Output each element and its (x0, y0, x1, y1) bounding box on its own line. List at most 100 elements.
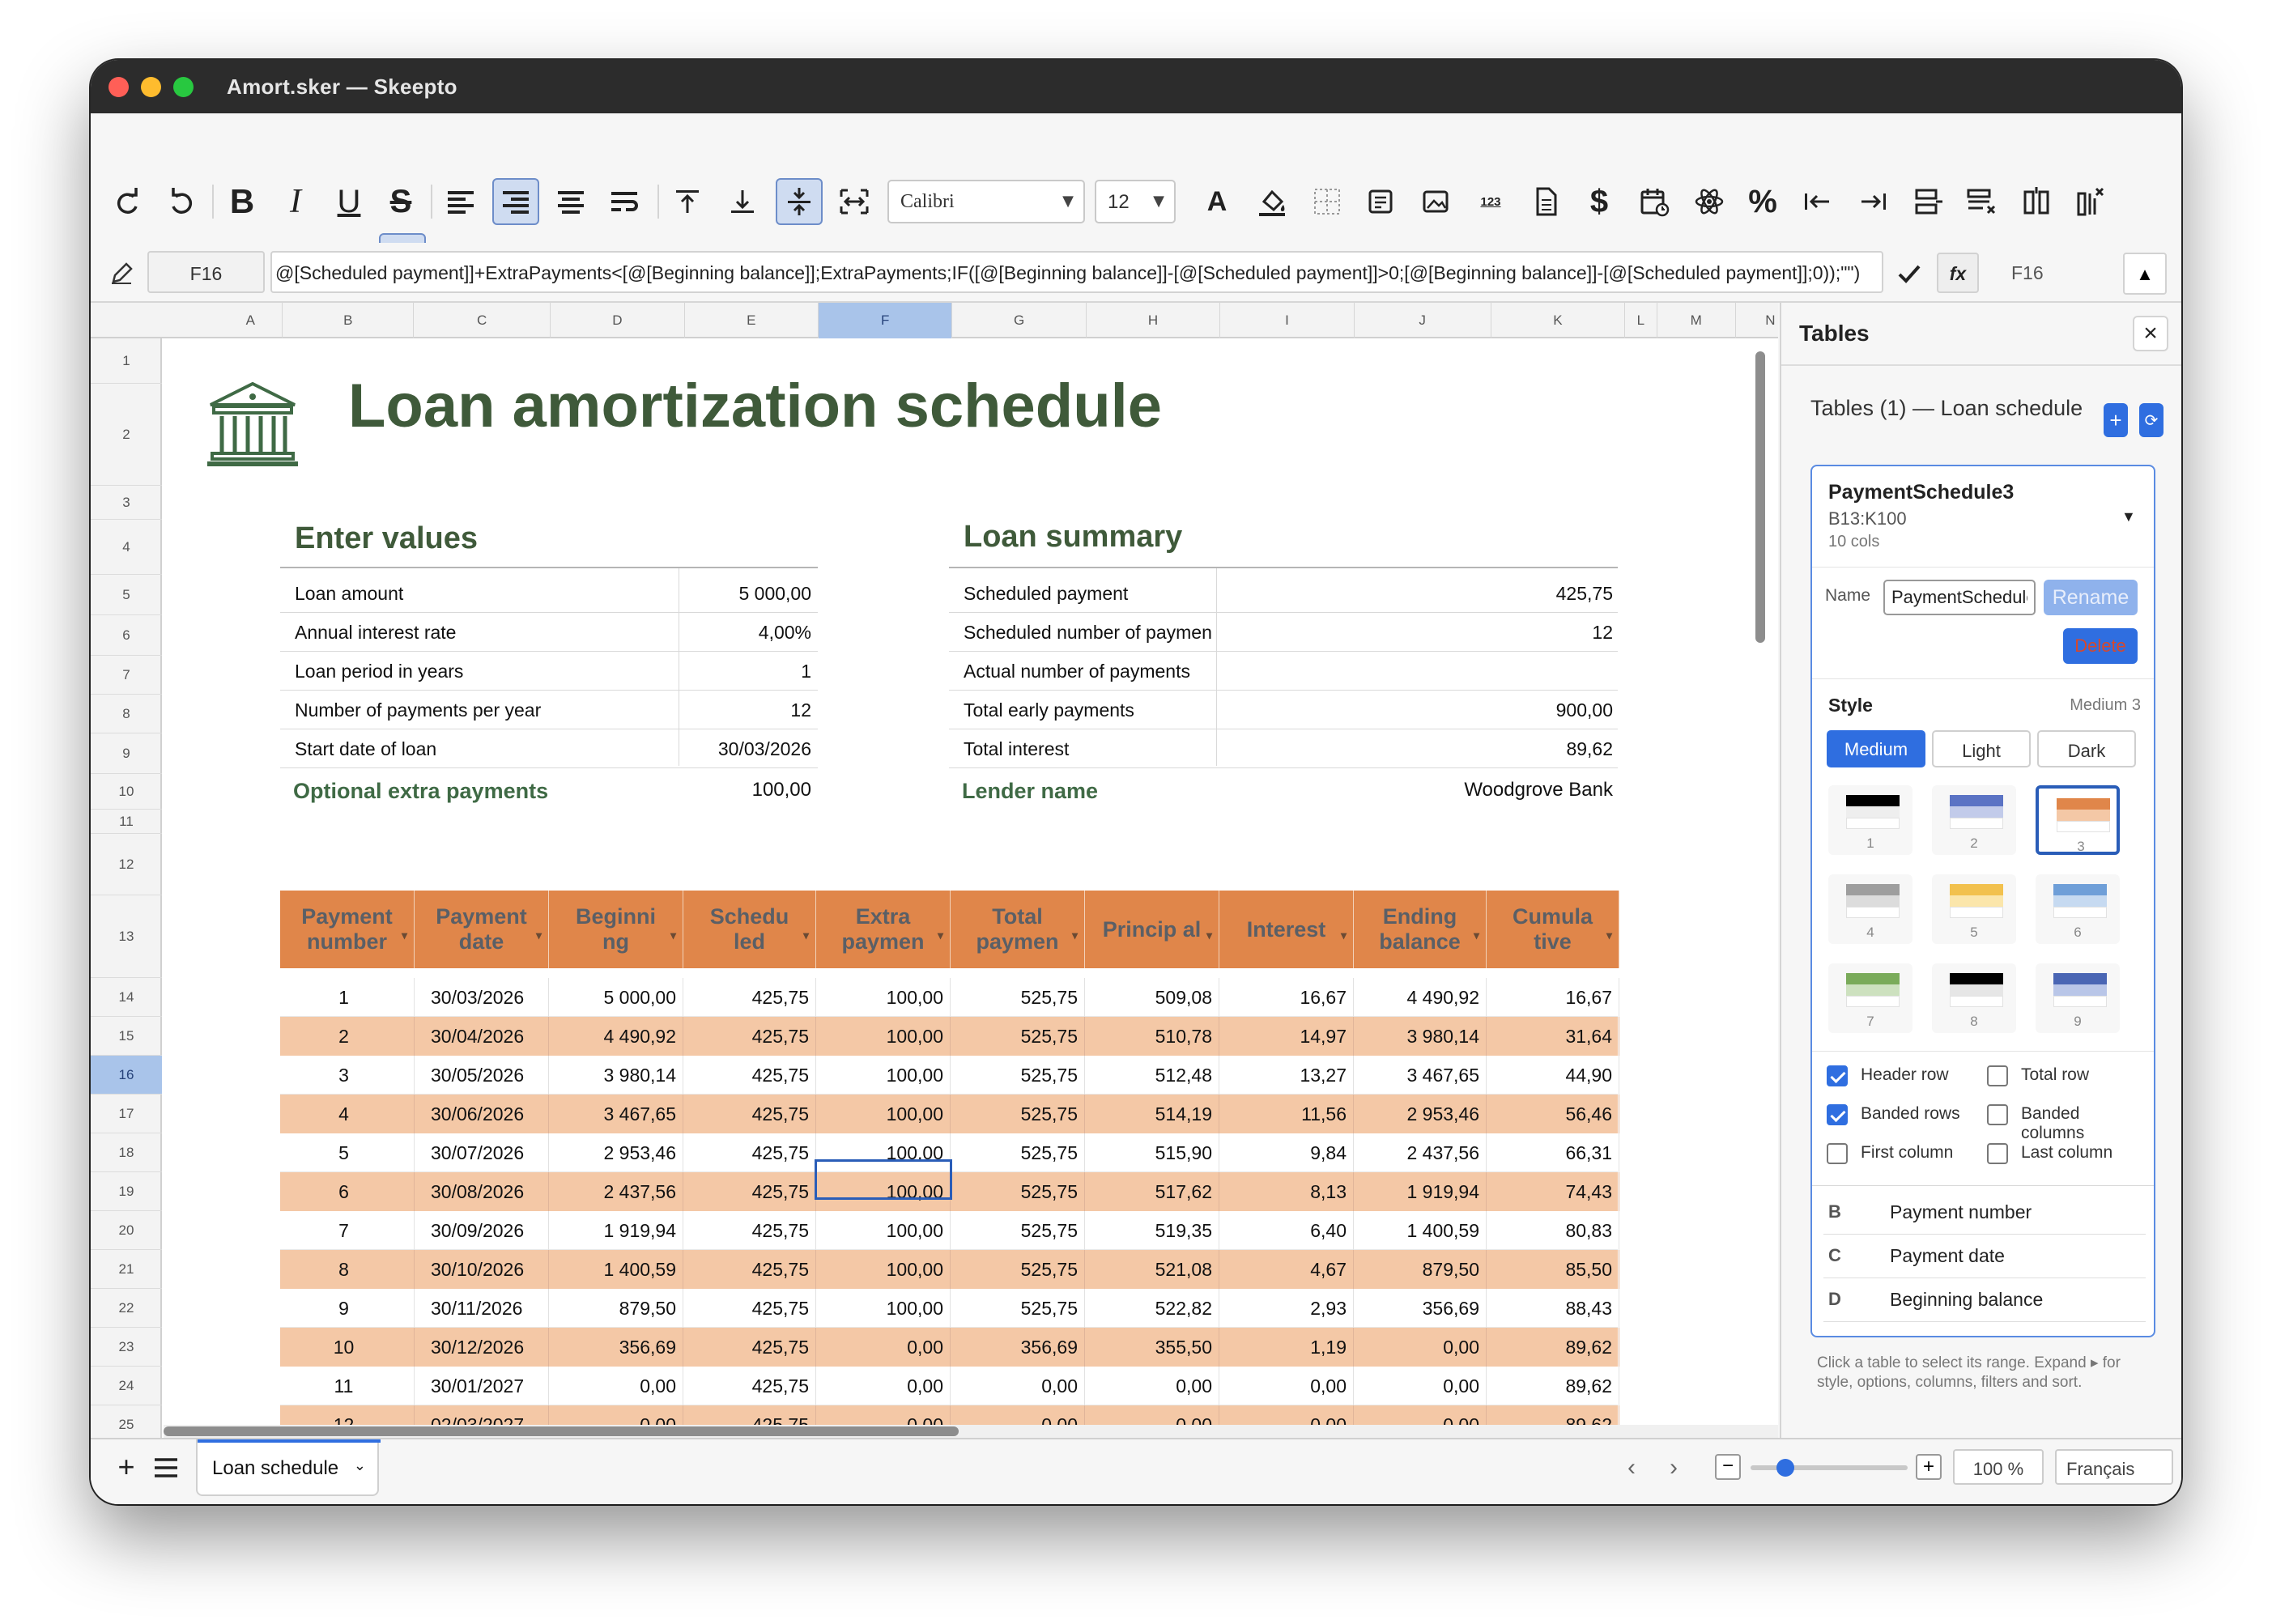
table-cell[interactable]: 31,64 (1487, 1017, 1619, 1056)
table-cell[interactable]: 4 490,92 (1354, 978, 1487, 1017)
table-cell[interactable]: 4 490,92 (549, 1017, 683, 1056)
function-button[interactable]: fx (1937, 253, 1979, 293)
table-cell[interactable]: 4 (280, 1095, 415, 1133)
table-cell[interactable]: 16,67 (1219, 978, 1354, 1017)
lender-name-value[interactable]: Woodgrove Bank (1370, 779, 1613, 801)
column-header-cell[interactable]: Payment number ▾ (280, 891, 415, 968)
align-center-icon[interactable] (547, 178, 594, 225)
table-cell[interactable]: 522,82 (1085, 1289, 1219, 1328)
table-cell[interactable]: 425,75 (683, 1289, 816, 1328)
table-cell[interactable]: 525,75 (951, 1056, 1085, 1095)
table-cell[interactable]: 30/11/2026 (415, 1289, 549, 1328)
document-icon[interactable] (1522, 178, 1569, 225)
style-tab-dark[interactable]: Dark (2037, 730, 2136, 767)
font-size-select[interactable]: 12 ▼ (1095, 180, 1176, 223)
column-name[interactable]: Payment date (1890, 1245, 2005, 1267)
filter-dropdown-icon[interactable]: ▾ (402, 923, 407, 948)
percent-icon[interactable]: % (1739, 178, 1786, 225)
merge-cells-icon[interactable] (831, 178, 878, 225)
add-sheet-button[interactable]: + (108, 1449, 144, 1485)
filter-dropdown-icon[interactable]: ▾ (938, 923, 943, 948)
table-cell[interactable]: 514,19 (1085, 1095, 1219, 1133)
checkbox-banded-columns[interactable] (1987, 1104, 2008, 1125)
table-cell[interactable]: 3 467,65 (1354, 1056, 1487, 1095)
table-cell[interactable]: 7 (280, 1211, 415, 1250)
table-cell[interactable]: 30/03/2026 (415, 978, 549, 1017)
row-header-5[interactable]: 5 (91, 575, 162, 615)
table-cell[interactable]: 6 (280, 1172, 415, 1211)
decrease-decimal-icon[interactable] (1794, 178, 1841, 225)
row-header-10[interactable]: 10 (91, 774, 162, 810)
table-cell[interactable]: 0,00 (816, 1367, 951, 1405)
column-header-e[interactable]: E (685, 303, 819, 338)
table-cell[interactable]: 1 (280, 978, 415, 1017)
column-name[interactable]: Payment number (1890, 1201, 2032, 1223)
table-cell[interactable]: 425,75 (683, 1250, 816, 1289)
table-cell[interactable]: 1,19 (1219, 1328, 1354, 1367)
table-cell[interactable]: 5 (280, 1133, 415, 1172)
close-panel-button[interactable]: × (2133, 316, 2168, 351)
enter-values-value[interactable]: 4,00% (682, 622, 811, 644)
filter-dropdown-icon[interactable]: ▾ (1606, 923, 1612, 948)
table-cell[interactable]: 510,78 (1085, 1017, 1219, 1056)
filter-dropdown-icon[interactable]: ▾ (1474, 923, 1479, 948)
table-cell[interactable]: 14,97 (1219, 1017, 1354, 1056)
column-header-l[interactable]: L (1625, 303, 1657, 338)
table-cell[interactable]: 3 980,14 (549, 1056, 683, 1095)
table-cell[interactable]: 30/04/2026 (415, 1017, 549, 1056)
table-cell[interactable]: 2 953,46 (549, 1133, 683, 1172)
table-cell[interactable]: 30/05/2026 (415, 1056, 549, 1095)
table-cell[interactable]: 525,75 (951, 1250, 1085, 1289)
row-header-6[interactable]: 6 (91, 615, 162, 656)
table-cell[interactable]: 1 400,59 (1354, 1211, 1487, 1250)
table-cell[interactable]: 100,00 (816, 1095, 951, 1133)
table-cell[interactable]: 425,75 (683, 1095, 816, 1133)
style-tab-medium[interactable]: Medium (1827, 730, 1925, 767)
insert-row-icon[interactable] (1904, 178, 1951, 225)
table-cell[interactable]: 85,50 (1487, 1250, 1619, 1289)
table-cell[interactable]: 30/09/2026 (415, 1211, 549, 1250)
table-cell[interactable]: 521,08 (1085, 1250, 1219, 1289)
table-cell[interactable]: 425,75 (683, 1367, 816, 1405)
table-cell[interactable]: 512,48 (1085, 1056, 1219, 1095)
row-header-3[interactable]: 3 (91, 486, 162, 520)
row-header-11[interactable]: 11 (91, 810, 162, 834)
table-cell[interactable]: 2 437,56 (549, 1172, 683, 1211)
enter-values-value[interactable]: 1 (682, 661, 811, 682)
table-cell[interactable]: 100,00 (816, 1056, 951, 1095)
row-header-12[interactable]: 12 (91, 834, 162, 895)
horizontal-scrollbar[interactable] (164, 1425, 1778, 1438)
table-cell[interactable]: 89,62 (1487, 1328, 1619, 1367)
table-cell[interactable]: 356,69 (951, 1328, 1085, 1367)
row-header-25[interactable]: 25 (91, 1405, 162, 1438)
font-name-select[interactable]: Calibri ▼ (887, 180, 1085, 223)
table-cell[interactable]: 425,75 (683, 1133, 816, 1172)
confirm-check-icon[interactable] (1893, 257, 1925, 290)
fill-color-icon[interactable] (1249, 178, 1296, 225)
table-cell[interactable]: 100,00 (816, 1211, 951, 1250)
column-header-m[interactable]: M (1657, 303, 1736, 338)
checkbox-last-column[interactable] (1987, 1143, 2008, 1164)
row-header-7[interactable]: 7 (91, 656, 162, 695)
minimize-window-button[interactable] (141, 77, 161, 97)
table-card[interactable]: PaymentSchedule3 B13:K100 10 cols ▼ Name… (1810, 465, 2155, 1337)
number-format-icon[interactable]: 123 (1467, 178, 1514, 225)
column-name[interactable]: Beginning balance (1890, 1289, 2043, 1311)
horizontal-scrollbar-thumb[interactable] (164, 1426, 959, 1436)
enter-values-value[interactable]: 30/03/2026 (682, 738, 811, 760)
zoom-out-button[interactable]: − (1715, 1454, 1741, 1480)
filter-dropdown-icon[interactable]: ▾ (1341, 923, 1347, 948)
table-cell[interactable]: 425,75 (683, 978, 816, 1017)
table-cell[interactable]: 30/06/2026 (415, 1095, 549, 1133)
column-header-cell[interactable]: Cumula tive ▾ (1487, 891, 1619, 968)
scroll-tabs-right-icon[interactable]: › (1670, 1454, 1678, 1482)
table-cell[interactable]: 1 919,94 (1354, 1172, 1487, 1211)
zoom-level[interactable]: 100 % (1953, 1449, 2044, 1485)
table-cell[interactable]: 519,35 (1085, 1211, 1219, 1250)
table-cell[interactable]: 509,08 (1085, 978, 1219, 1017)
rename-button[interactable]: Rename (2044, 580, 2138, 615)
delete-row-icon[interactable] (1958, 178, 2005, 225)
table-cell[interactable]: 9 (280, 1289, 415, 1328)
table-cell[interactable]: 3 (280, 1056, 415, 1095)
table-cell[interactable]: 3 980,14 (1354, 1017, 1487, 1056)
